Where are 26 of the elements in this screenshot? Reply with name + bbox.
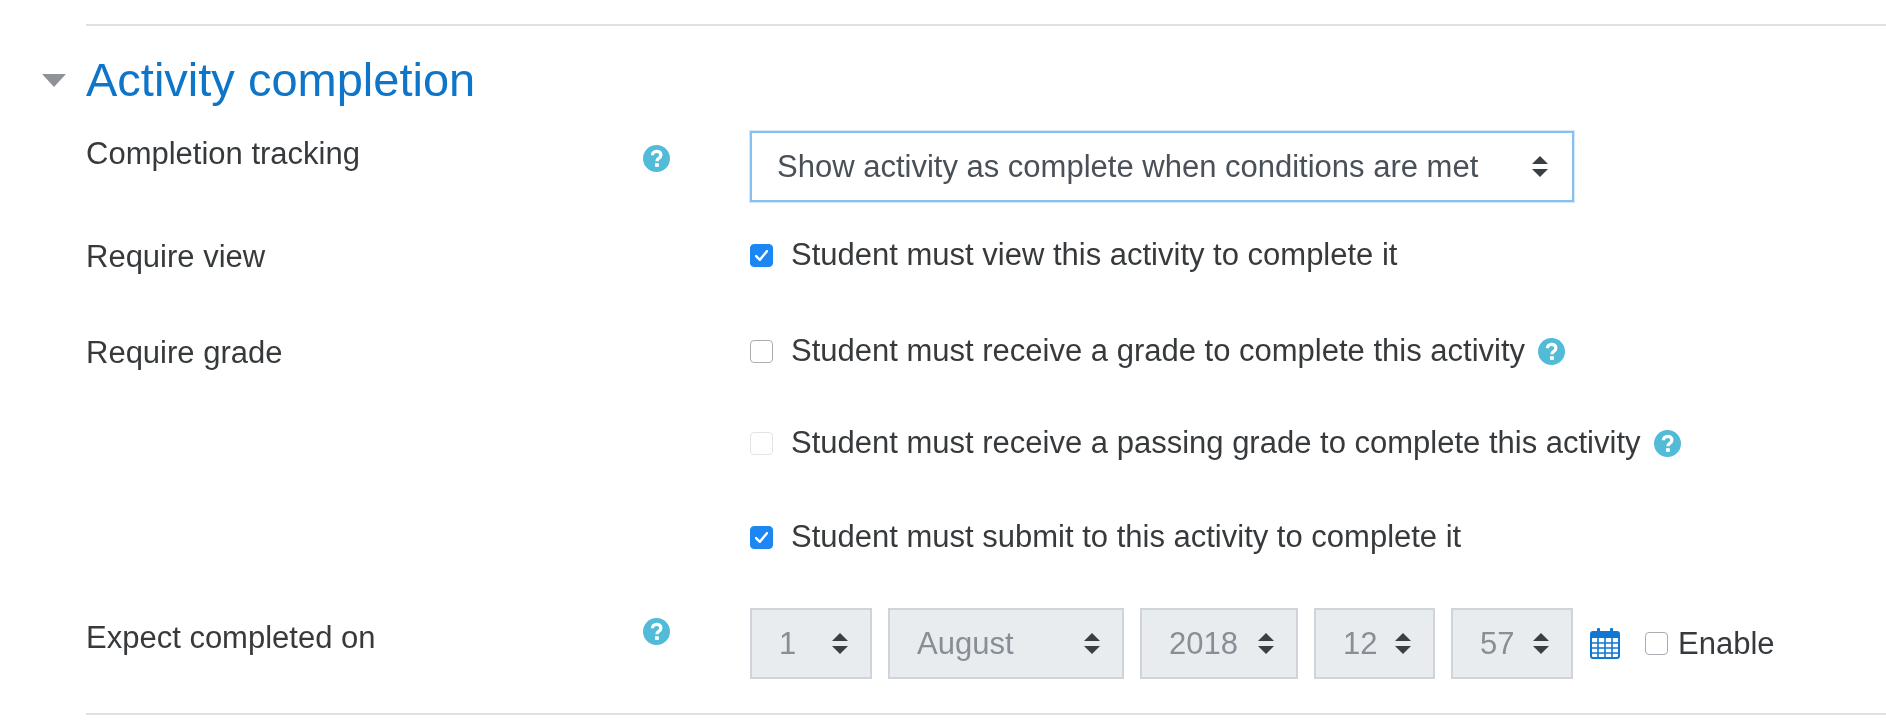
section-title[interactable]: Activity completion xyxy=(86,52,476,108)
field-label: Require view xyxy=(86,238,266,276)
help-icon[interactable] xyxy=(1538,337,1566,365)
up-down-caret-icon xyxy=(1532,156,1548,177)
caret-icon[interactable] xyxy=(42,73,66,87)
checkbox[interactable] xyxy=(750,525,773,549)
field-label: Require grade xyxy=(86,334,283,372)
up-down-caret-icon xyxy=(1395,633,1411,654)
checkbox-label: Student must receive a grade to complete this activity xyxy=(791,332,1526,370)
checkbox[interactable] xyxy=(750,243,773,267)
checkbox-label: Student must view this activity to complete it xyxy=(791,236,1398,274)
field-label: Expect completed on xyxy=(86,619,376,657)
checkbox[interactable] xyxy=(750,339,773,363)
up-down-caret-icon xyxy=(1084,633,1100,654)
calendar-icon[interactable] xyxy=(1590,628,1620,659)
field-label: Completion tracking xyxy=(86,135,360,173)
checkbox-label: Student must receive a passing grade to complete this activity xyxy=(791,424,1641,462)
checkmark-icon xyxy=(755,531,768,543)
checkmark-icon xyxy=(755,249,768,261)
up-down-caret-icon xyxy=(1258,633,1274,654)
up-down-caret-icon xyxy=(832,633,848,654)
checkbox-label: Student must submit to this activity to complete it xyxy=(791,518,1462,556)
up-down-caret-icon xyxy=(1533,633,1549,654)
completion-select[interactable]: Show activity as complete when conditions are met xyxy=(750,131,1574,202)
checkbox-label: Enable xyxy=(1678,624,1775,663)
help-icon[interactable] xyxy=(643,145,670,172)
